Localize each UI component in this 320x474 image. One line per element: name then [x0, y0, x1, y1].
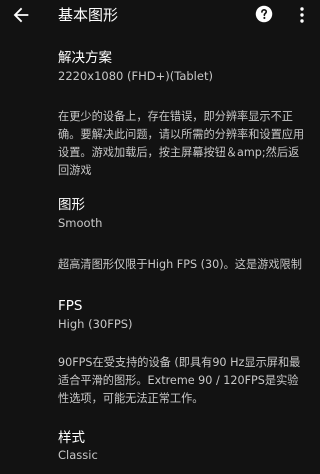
arrow-back-icon[interactable] — [10, 4, 32, 26]
style-value: Classic — [58, 448, 98, 462]
fps-note: 90FPS在受支持的设备 (即具有90 Hz显示屏和最适合平滑的图形。Extre… — [58, 356, 301, 405]
fps-value: High (30FPS) — [58, 317, 133, 331]
more-vert-icon[interactable] — [294, 6, 310, 24]
graphics-title: 图形 — [58, 197, 85, 213]
graphics-note: 超高清图形仅限于High FPS (30)。这是游戏限制 — [58, 258, 302, 271]
resolution-value: 2220x1080 (FHD+)(Tablet) — [58, 69, 213, 83]
page-title: 基本图形 — [58, 6, 119, 24]
app-bar: 基本图形 — [0, 0, 320, 30]
resolution-title: 解决方案 — [58, 50, 112, 66]
help-circle-icon[interactable] — [255, 5, 273, 23]
fps-title: FPS — [58, 298, 83, 314]
resolution-note: 在更少的设备上，存在错误，即分辨率显示不正确。要解决此问题，请以所需的分辨率和设… — [58, 110, 305, 177]
style-title: 样式 — [58, 430, 85, 446]
graphics-value: Smooth — [58, 216, 103, 230]
